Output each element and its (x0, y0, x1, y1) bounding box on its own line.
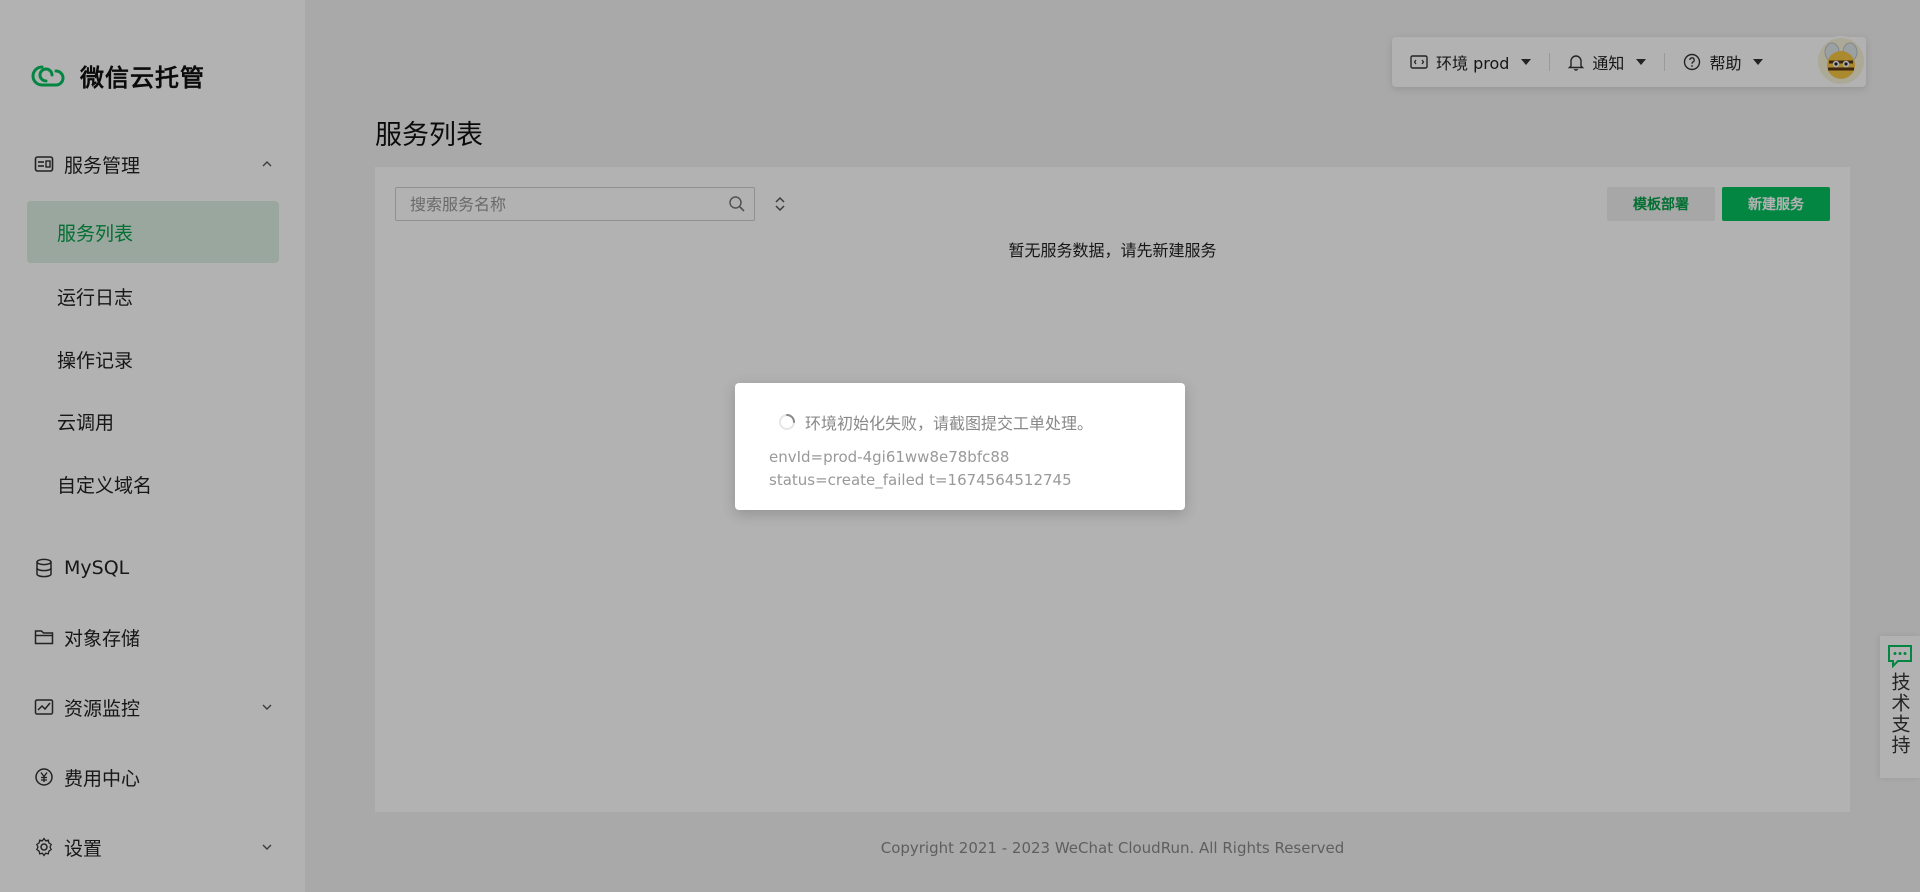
toast-message: 环境初始化失败，请截图提交工单处理。 (805, 414, 1094, 433)
error-toast: 环境初始化失败，请截图提交工单处理。 envId=prod-4gi61ww8e7… (735, 383, 1185, 510)
toast-detail: envId=prod-4gi61ww8e78bfc88 status=creat… (769, 448, 1072, 489)
loading-spinner-icon (779, 414, 795, 430)
